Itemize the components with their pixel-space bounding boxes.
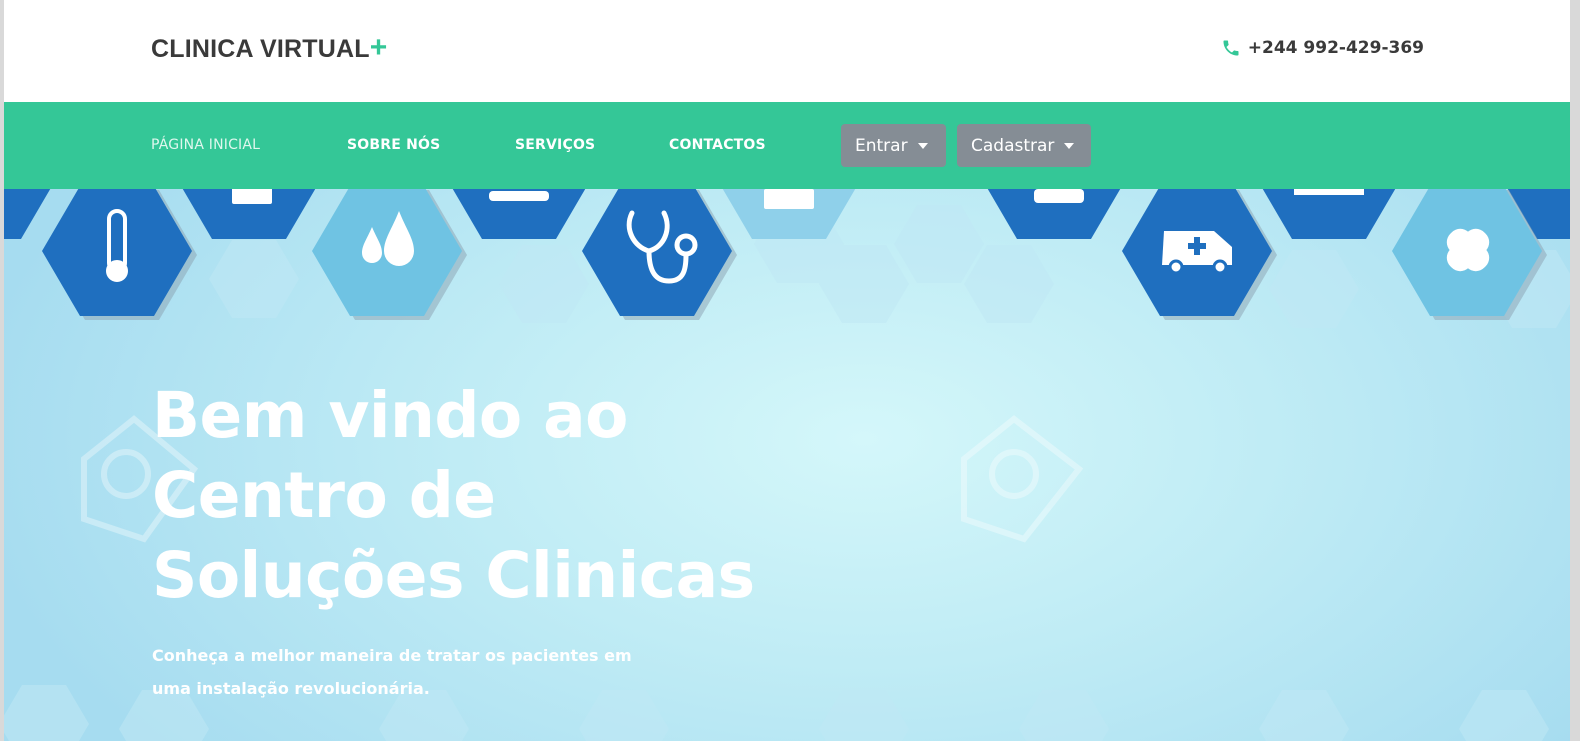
nav-about-link[interactable]: SOBRE NÓS xyxy=(347,137,440,153)
phone-icon xyxy=(1223,40,1239,56)
hero-title-line: Bem vindo ao xyxy=(152,379,628,452)
phone-contact[interactable]: +244 992-429-369 xyxy=(1221,38,1424,58)
browser-viewport: CLINICA VIRTUAL+ +244 992-429-369 PÁGINA… xyxy=(4,0,1570,741)
register-dropdown-button[interactable]: Cadastrar xyxy=(957,124,1091,167)
main-nav: PÁGINA INICIAL SOBRE NÓS SERVIÇOS CONTAC… xyxy=(4,102,1570,189)
nav-home-link[interactable]: PÁGINA INICIAL xyxy=(151,137,260,153)
hero-title-line: Centro de xyxy=(152,459,496,532)
caret-down-icon xyxy=(917,142,928,149)
hero-subtitle-line: Conheça a melhor maneira de tratar os pa… xyxy=(152,646,632,665)
login-dropdown-label: Entrar xyxy=(855,135,908,156)
nav-services-link[interactable]: SERVIÇOS xyxy=(515,137,595,153)
login-dropdown-button[interactable]: Entrar xyxy=(841,124,946,167)
phone-number: +244 992-429-369 xyxy=(1247,38,1424,58)
hero-title-line: Soluções Clinicas xyxy=(152,539,755,612)
hero-title: Bem vindo ao Centro de Soluções Clinicas xyxy=(152,376,852,616)
register-dropdown-label: Cadastrar xyxy=(971,135,1055,156)
hero-subtitle: Conheça a melhor maneira de tratar os pa… xyxy=(152,639,672,705)
top-header: CLINICA VIRTUAL+ +244 992-429-369 xyxy=(4,0,1570,102)
hero-banner: Bem vindo ao Centro de Soluções Clinicas… xyxy=(4,189,1570,741)
site-logo[interactable]: CLINICA VIRTUAL+ xyxy=(151,33,387,64)
caret-down-icon xyxy=(1064,142,1075,149)
nav-contacts-link[interactable]: CONTACTOS xyxy=(669,137,766,153)
hero-subtitle-line: uma instalação revolucionária. xyxy=(152,679,430,698)
logo-plus-icon: + xyxy=(369,31,388,64)
logo-text: CLINICA VIRTUAL xyxy=(151,35,370,63)
